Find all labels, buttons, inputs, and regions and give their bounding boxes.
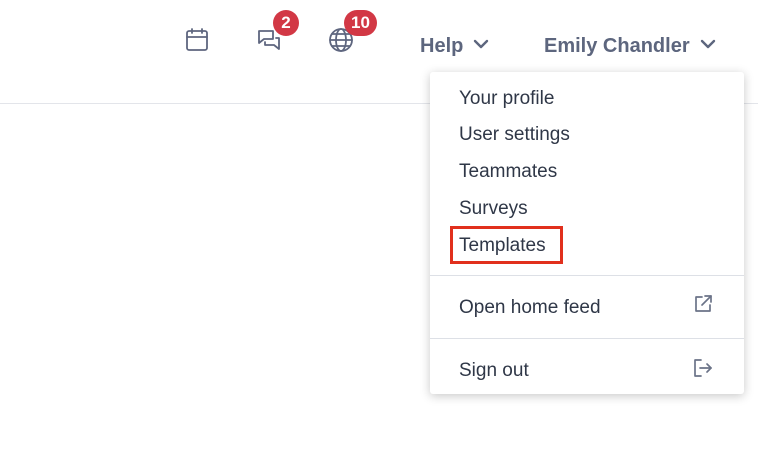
menu-item-your-profile[interactable]: Your profile (459, 87, 554, 111)
menu-item-open-home-feed[interactable]: Open home feed (459, 296, 601, 320)
sign-out-icon (692, 357, 714, 379)
calendar-icon (183, 26, 211, 59)
menu-item-templates[interactable]: Templates (459, 234, 546, 258)
calendar-button[interactable] (177, 22, 217, 62)
user-menu-button[interactable]: Emily Chandler (544, 30, 716, 62)
menu-item-sign-out[interactable]: Sign out (459, 359, 529, 383)
chevron-down-icon (700, 35, 716, 58)
chevron-down-icon (473, 35, 489, 58)
menu-divider (430, 275, 744, 276)
help-label: Help (420, 34, 464, 57)
notifications-count-badge: 10 (344, 10, 377, 36)
user-dropdown-menu: Your profile User settings Teammates Sur… (430, 72, 744, 394)
external-link-icon (692, 293, 714, 315)
menu-item-teammates[interactable]: Teammates (459, 160, 557, 184)
menu-divider (430, 338, 744, 339)
messages-count-badge: 2 (273, 10, 299, 36)
user-name-label: Emily Chandler (544, 34, 690, 57)
menu-item-surveys[interactable]: Surveys (459, 197, 528, 221)
help-menu-button[interactable]: Help (420, 30, 489, 62)
menu-item-user-settings[interactable]: User settings (459, 123, 570, 147)
